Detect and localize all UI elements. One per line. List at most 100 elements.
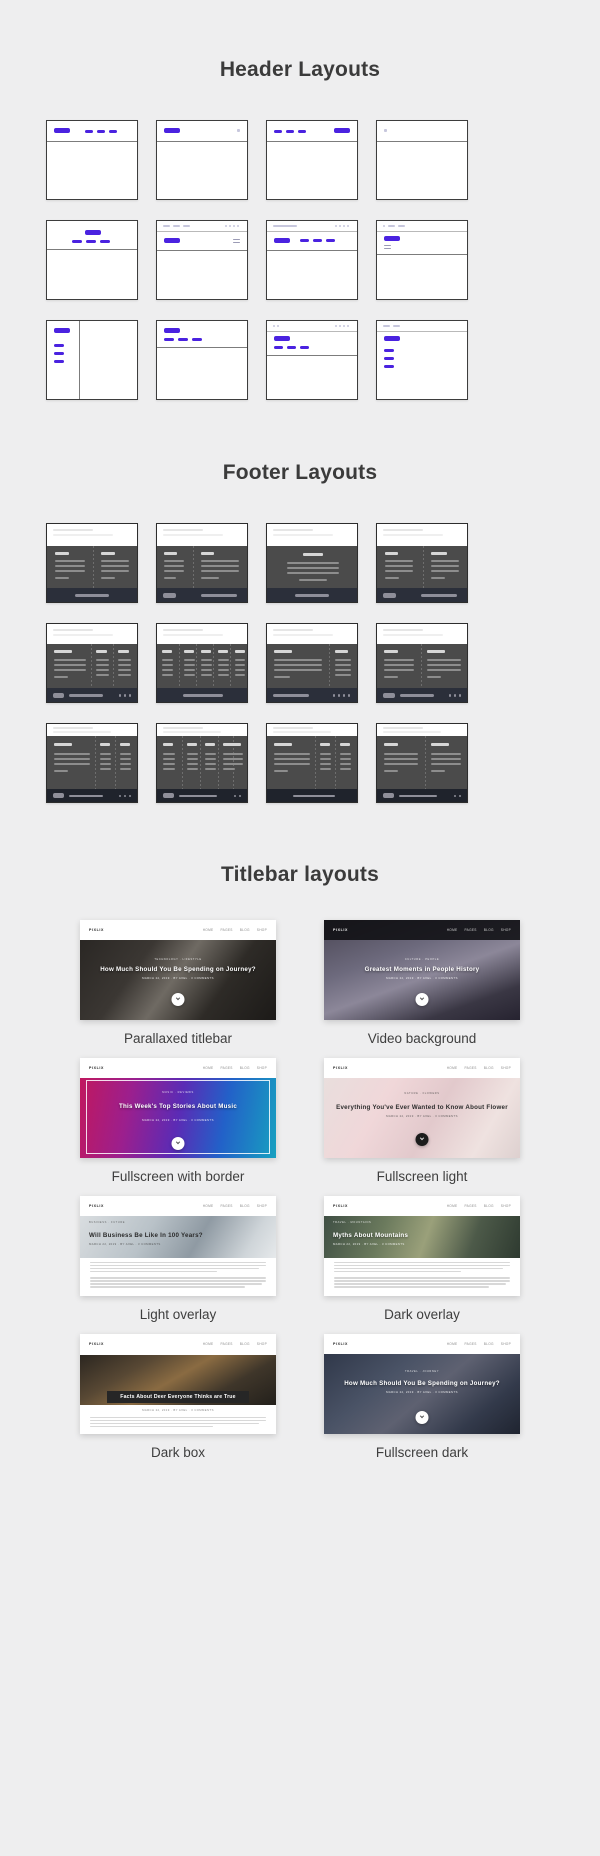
titlebar-preview[interactable]: PIXLIX HOME PAGES BLOG SHOP TECHNOLOGY ·… [80, 920, 276, 1020]
footer-button[interactable] [383, 793, 394, 798]
footer-link [384, 676, 398, 678]
nav-link: BLOG [484, 1204, 494, 1208]
header-layout-thumb-5[interactable] [46, 220, 138, 300]
scroll-down-icon[interactable] [172, 1137, 185, 1150]
footer-bottom-bar [377, 789, 467, 802]
header-layout-thumb-8[interactable] [376, 220, 468, 300]
header-layout-thumb-11[interactable] [266, 320, 358, 400]
column-divider [196, 644, 197, 688]
footer-layout-thumb-10[interactable] [156, 723, 248, 803]
preview-navbar: PIXLIX HOME PAGES BLOG SHOP [324, 920, 520, 940]
titlebar-card-fullscreen-dark[interactable]: PIXLIX HOME PAGES BLOG SHOP TRAVEL · JOU… [324, 1334, 520, 1460]
footer-button[interactable] [53, 793, 64, 798]
body-line [90, 1423, 259, 1424]
social-dot [454, 694, 457, 697]
nav-bar [300, 239, 309, 242]
scroll-down-icon[interactable] [416, 993, 429, 1006]
footer-layout-thumb-1[interactable] [46, 523, 138, 603]
footer-layout-thumb-12[interactable] [376, 723, 468, 803]
titlebar-preview[interactable]: PIXLIX HOME PAGES BLOG SHOP MUSIC · REVI… [80, 1058, 276, 1158]
titlebar-preview[interactable]: PIXLIX HOME PAGES BLOG SHOP NATURE · FLO… [324, 1058, 520, 1158]
footer-link [118, 659, 131, 661]
titlebar-card-parallaxed[interactable]: PIXLIX HOME PAGES BLOG SHOP TECHNOLOGY ·… [80, 920, 276, 1046]
footer-link [274, 659, 322, 661]
footer-layout-thumb-3[interactable] [266, 523, 358, 603]
footer-link [431, 758, 461, 760]
scroll-down-icon[interactable] [416, 1411, 429, 1424]
titlebar-layouts-grid: PIXLIX HOME PAGES BLOG SHOP TECHNOLOGY ·… [46, 920, 554, 1460]
footer-link [96, 659, 109, 661]
footer-layout-thumb-5[interactable] [46, 623, 138, 703]
header-layout-thumb-1[interactable] [46, 120, 138, 200]
footer-link [101, 565, 129, 567]
titlebar-card-light-overlay[interactable]: PIXLIX HOME PAGES BLOG SHOP BUSINESS · F… [80, 1196, 276, 1322]
footer-layout-thumb-11[interactable] [266, 723, 358, 803]
column-heading [320, 743, 330, 746]
titlebar-card-dark-box[interactable]: PIXLIX HOME PAGES BLOG SHOP Facts About … [80, 1334, 276, 1460]
header-layout-thumb-6[interactable] [156, 220, 248, 300]
footer-link [431, 577, 445, 579]
footer-link [340, 758, 351, 760]
footer-layout-thumb-9[interactable] [46, 723, 138, 803]
content-line [163, 731, 221, 733]
titlebar-card-dark-overlay[interactable]: PIXLIX HOME PAGES BLOG SHOP TRAVEL · MOU… [324, 1196, 520, 1322]
footer-button[interactable] [383, 593, 396, 598]
header-layout-thumb-7[interactable] [266, 220, 358, 300]
social-dot [124, 795, 127, 798]
footer-button[interactable] [383, 693, 395, 698]
topbar-link [273, 225, 297, 227]
footer-link [320, 753, 331, 755]
footer-button[interactable] [53, 693, 64, 698]
footer-link [162, 659, 173, 661]
titlebar-card-fullscreen-light[interactable]: PIXLIX HOME PAGES BLOG SHOP NATURE · FLO… [324, 1058, 520, 1184]
footer-body [377, 546, 467, 588]
footer-layout-thumb-7[interactable] [266, 623, 358, 703]
nav-link: SHOP [257, 1204, 267, 1208]
titlebar-preview[interactable]: PIXLIX HOME PAGES BLOG SHOP BUSINESS · F… [80, 1196, 276, 1296]
footer-layout-thumb-8[interactable] [376, 623, 468, 703]
footer-layout-thumb-4[interactable] [376, 523, 468, 603]
site-logo: PIXLIX [333, 1066, 348, 1070]
titlebar-card-video[interactable]: PIXLIX HOME PAGES BLOG SHOP CULTURE · PE… [324, 920, 520, 1046]
titlebar-layouts-heading: Titlebar layouts [0, 863, 600, 887]
header-layout-thumb-10[interactable] [156, 320, 248, 400]
footer-link [205, 768, 216, 770]
content-line [273, 731, 331, 733]
titlebar-card-label: Light overlay [80, 1307, 276, 1322]
header-layout-thumb-12[interactable] [376, 320, 468, 400]
footer-layout-thumb-6[interactable] [156, 623, 248, 703]
scroll-down-icon[interactable] [416, 1133, 429, 1146]
content-line [383, 529, 423, 531]
scroll-down-icon[interactable] [172, 993, 185, 1006]
social-dot [333, 694, 336, 697]
titlebar-preview[interactable]: PIXLIX HOME PAGES BLOG SHOP CULTURE · PE… [324, 920, 520, 1020]
social-dot [383, 225, 385, 227]
titlebar-preview[interactable]: PIXLIX HOME PAGES BLOG SHOP TRAVEL · MOU… [324, 1196, 520, 1296]
footer-link [274, 664, 322, 666]
header-layout-thumb-2[interactable] [156, 120, 248, 200]
header-layout-thumb-4[interactable] [376, 120, 468, 200]
footer-bottom-bar [267, 588, 357, 602]
footer-button[interactable] [163, 793, 174, 798]
titlebar-preview[interactable]: PIXLIX HOME PAGES BLOG SHOP Facts About … [80, 1334, 276, 1434]
body-line [90, 1265, 266, 1266]
preview-nav-links: HOME PAGES BLOG SHOP [447, 1204, 511, 1208]
header-divider [47, 249, 137, 250]
titlebar-card-fullscreen-border[interactable]: PIXLIX HOME PAGES BLOG SHOP MUSIC · REVI… [80, 1058, 276, 1184]
footer-link [162, 669, 173, 671]
column-heading [385, 552, 398, 555]
column-divider [421, 644, 422, 688]
footer-button[interactable] [163, 593, 176, 598]
header-layout-thumb-3[interactable] [266, 120, 358, 200]
content-line [53, 731, 111, 733]
footer-bottom-bar [47, 688, 137, 702]
social-dot [119, 795, 122, 798]
column-divider [95, 736, 96, 789]
footer-link [274, 669, 322, 671]
nav-link: HOME [447, 1066, 458, 1070]
footer-layout-thumb-2[interactable] [156, 523, 248, 603]
header-layout-thumb-9[interactable] [46, 320, 138, 400]
titlebar-preview[interactable]: PIXLIX HOME PAGES BLOG SHOP TRAVEL · JOU… [324, 1334, 520, 1434]
menu-icon [233, 242, 240, 243]
social-dot [343, 694, 346, 697]
